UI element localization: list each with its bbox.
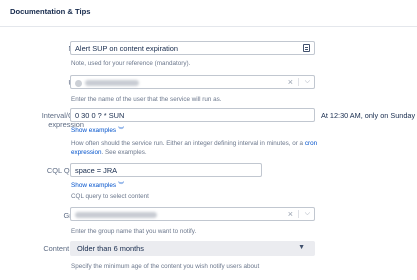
interval-show-examples-label: Show examples — [71, 127, 117, 134]
group-help: Enter the group name that you want to no… — [71, 228, 197, 235]
chevron-down-icon[interactable]: ⌵ — [305, 76, 310, 88]
select-divider — [298, 78, 299, 86]
clear-icon[interactable]: × — [288, 77, 293, 87]
cql-value: space = JRA — [75, 166, 118, 175]
interval-help-text: How often should the service run. Either… — [71, 140, 304, 147]
content-age-select[interactable]: Older than 6 months ▼ — [70, 241, 315, 256]
interval-field[interactable]: 0 30 0 ? * SUN — [70, 108, 315, 122]
note-help: Note, used for your reference (mandatory… — [71, 60, 191, 67]
chevron-down-icon[interactable]: ⌵ — [305, 208, 310, 220]
user-select[interactable]: × ⌵ — [70, 75, 315, 89]
cql-field[interactable]: space = JRA — [70, 163, 262, 177]
interval-help: How often should the service run. Either… — [71, 139, 321, 157]
chevron-down-icon: ▼ — [298, 244, 305, 251]
cql-help: CQL query to select content — [71, 193, 149, 200]
group-value-redacted — [75, 212, 157, 219]
interval-show-examples[interactable]: Show examples ︾ — [71, 125, 124, 134]
section-title: Documentation & Tips — [10, 7, 91, 16]
content-age-value: Older than 6 months — [77, 244, 144, 253]
expression-link[interactable]: expression — [71, 149, 101, 156]
note-field[interactable]: Alert SUP on content expiration — [70, 41, 315, 55]
section-header: Documentation & Tips — [0, 0, 417, 27]
user-avatar — [75, 79, 82, 87]
interval-help-suffix: . See examples. — [101, 149, 147, 156]
clear-icon[interactable]: × — [288, 209, 293, 219]
cql-show-examples-label: Show examples — [71, 182, 117, 189]
note-value: Alert SUP on content expiration — [75, 44, 178, 53]
cron-readout: At 12:30 AM, only on Sunday — [321, 111, 416, 120]
select-divider — [298, 210, 299, 218]
cron-link[interactable]: cron — [305, 140, 317, 147]
chevron-double-down-icon: ︾ — [118, 183, 125, 189]
interval-value: 0 30 0 ? * SUN — [75, 111, 125, 120]
cql-show-examples[interactable]: Show examples ︾ — [71, 180, 124, 189]
user-value-redacted — [85, 80, 139, 87]
document-icon[interactable] — [303, 44, 310, 52]
content-age-help: Specify the minimum age of the content y… — [71, 263, 260, 270]
user-help: Enter the name of the user that the serv… — [71, 96, 222, 103]
chevron-double-down-icon: ︾ — [118, 128, 125, 134]
group-select[interactable]: × ⌵ — [70, 207, 315, 221]
